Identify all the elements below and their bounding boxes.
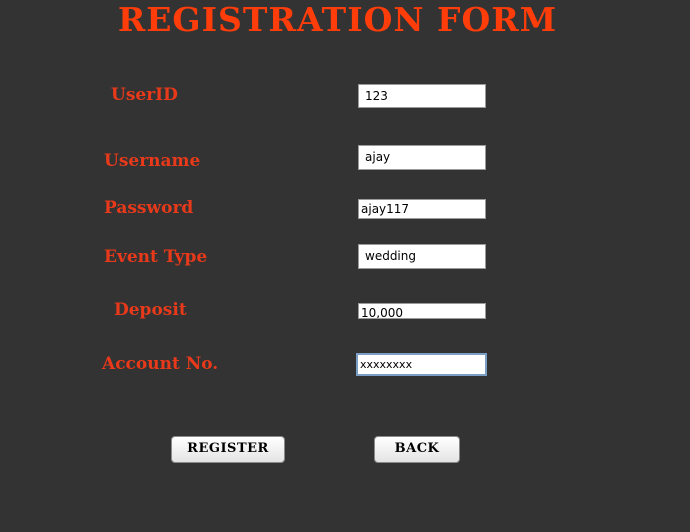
password-label: Password — [104, 198, 194, 218]
deposit-label: Deposit — [114, 300, 187, 320]
back-button[interactable]: BACK — [374, 436, 460, 463]
deposit-field[interactable]: 10,000 — [358, 303, 486, 319]
account-no-field[interactable]: xxxxxxxx — [356, 353, 487, 376]
username-label: Username — [104, 151, 201, 171]
userid-field[interactable]: 123 — [358, 84, 486, 108]
register-button[interactable]: REGISTER — [171, 436, 285, 463]
event-type-label: Event Type — [104, 247, 208, 267]
account-no-label: Account No. — [102, 354, 219, 374]
event-type-field[interactable]: wedding — [358, 244, 486, 269]
password-field[interactable]: ajay117 — [358, 199, 486, 219]
userid-label: UserID — [111, 85, 178, 105]
form-title: REGISTRATION FORM — [117, 0, 558, 39]
username-field[interactable]: ajay — [358, 145, 486, 170]
